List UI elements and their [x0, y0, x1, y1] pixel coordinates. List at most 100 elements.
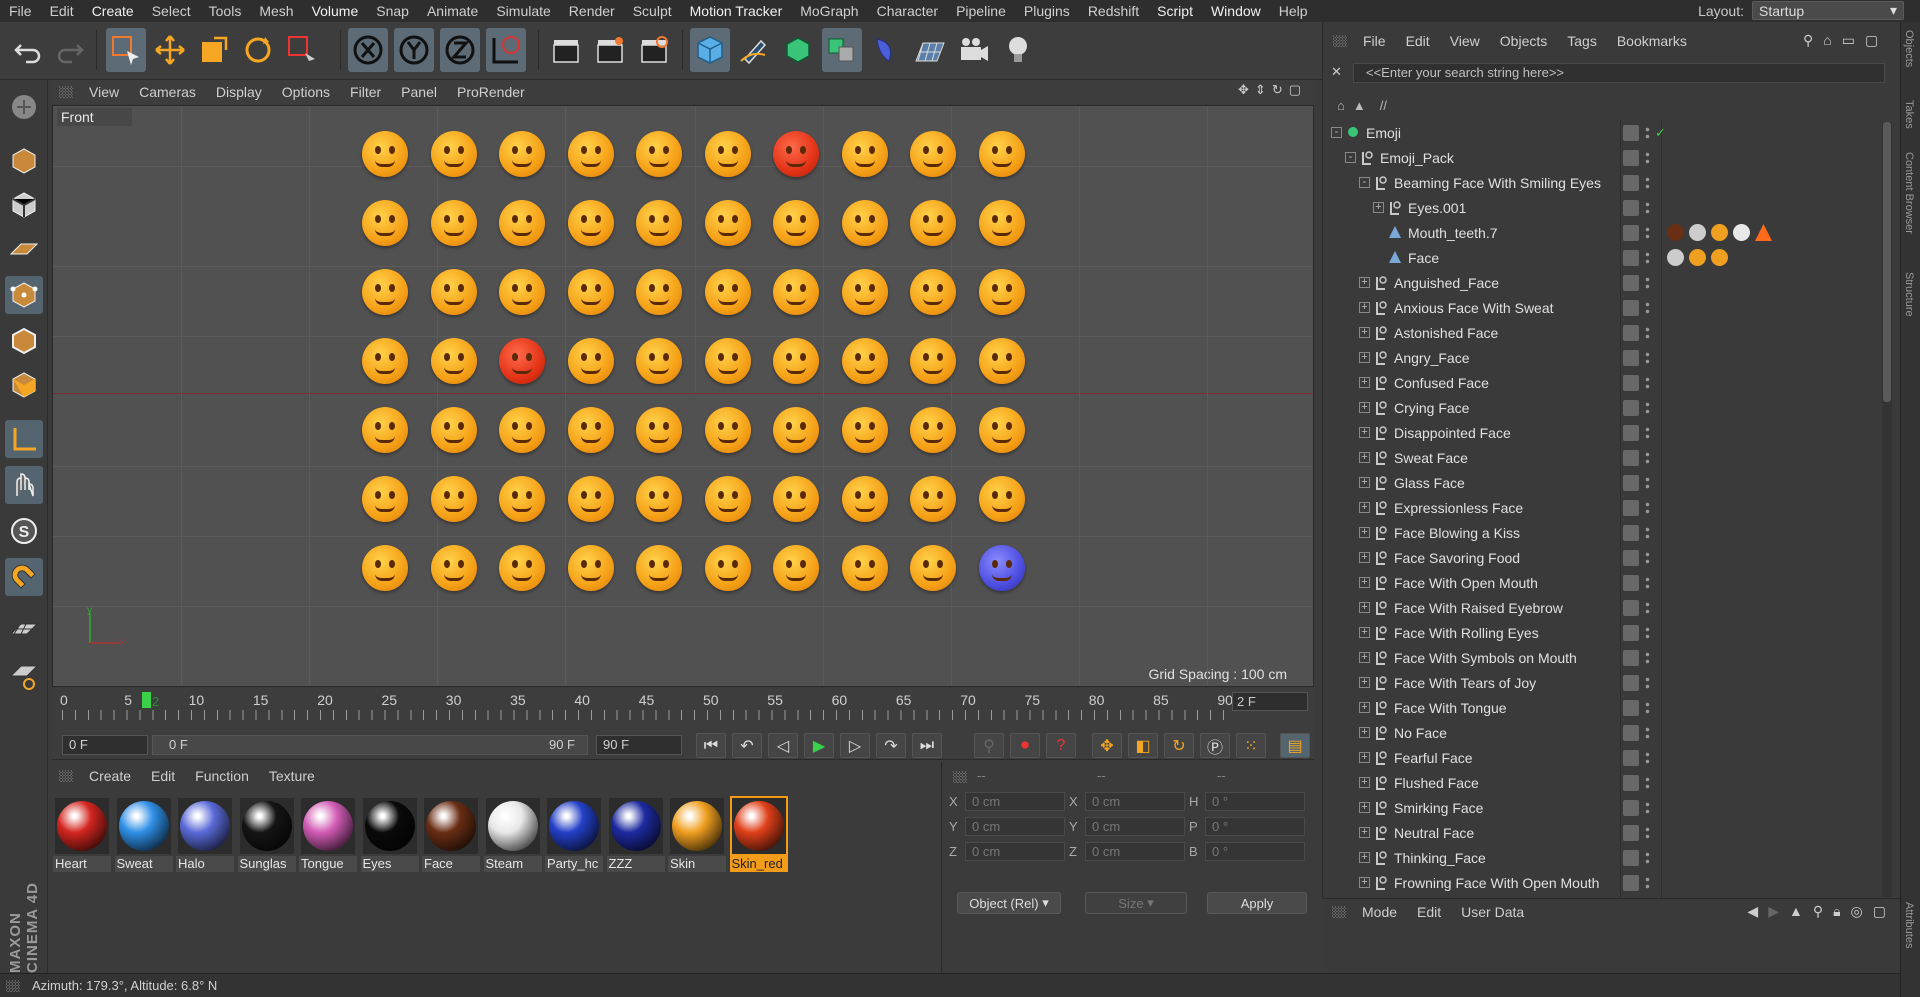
emoji-model[interactable] [773, 131, 819, 177]
side-tab-takes[interactable]: Takes [1903, 100, 1915, 129]
menu-help[interactable]: Help [1270, 3, 1317, 19]
material-party_hc[interactable]: Party_hc [545, 796, 603, 872]
material-sunglas[interactable]: Sunglas [237, 796, 296, 872]
viewport-menu-display[interactable]: Display [206, 84, 272, 100]
layout-dropdown[interactable]: Startup ▾ [1752, 1, 1904, 20]
menu-plugins[interactable]: Plugins [1015, 3, 1079, 19]
key-rotation-button[interactable]: ↻ [1164, 733, 1194, 758]
make-editable-button[interactable] [5, 88, 43, 126]
edit-render-toggle-icon[interactable] [1623, 274, 1639, 291]
emoji-model[interactable] [773, 269, 819, 315]
visibility-dots-icon[interactable] [1645, 125, 1650, 140]
emoji-model[interactable] [430, 131, 477, 177]
menu-redshift[interactable]: Redshift [1079, 3, 1148, 19]
emoji-model[interactable] [978, 545, 1025, 591]
back-arrow-icon[interactable]: ◀ [1747, 903, 1758, 920]
edit-render-toggle-icon[interactable] [1623, 199, 1639, 216]
tree-row[interactable]: + Expressionless Face [1323, 495, 1888, 520]
axis-mode-button[interactable] [5, 420, 43, 458]
subdivision-button[interactable] [778, 28, 818, 72]
texture-mode-button[interactable] [5, 186, 43, 224]
expand-toggle-icon[interactable]: - [1359, 177, 1370, 188]
render-picture-viewer-button[interactable] [590, 28, 630, 72]
solo-button[interactable]: S [5, 512, 43, 550]
material-tag-icon[interactable] [1689, 224, 1706, 241]
visibility-dots-icon[interactable] [1645, 175, 1650, 190]
edit-render-toggle-icon[interactable] [1623, 349, 1639, 366]
tree-row[interactable]: + Fearful Face [1323, 745, 1888, 770]
edit-render-toggle-icon[interactable] [1623, 774, 1639, 791]
undo-button[interactable] [8, 28, 48, 72]
expand-toggle-icon[interactable]: + [1359, 852, 1370, 863]
viewport-menu-options[interactable]: Options [272, 84, 340, 100]
edit-render-toggle-icon[interactable] [1623, 849, 1639, 866]
menu-edit[interactable]: Edit [41, 3, 83, 19]
expand-toggle-icon[interactable]: + [1359, 577, 1370, 588]
emoji-model[interactable] [499, 200, 545, 246]
emoji-model[interactable] [362, 200, 408, 246]
expand-toggle-icon[interactable]: + [1359, 752, 1370, 763]
expand-toggle-icon[interactable]: - [1345, 152, 1356, 163]
orbit-icon[interactable]: ↻ [1272, 82, 1283, 98]
coord-field[interactable]: 0 ° [1205, 792, 1305, 811]
emoji-model[interactable] [430, 476, 477, 522]
emoji-model[interactable] [841, 545, 888, 591]
grid-snap-button[interactable] [5, 656, 43, 694]
tree-row[interactable]: + Angry_Face [1323, 345, 1888, 370]
next-key-button[interactable]: ↷ [876, 733, 906, 758]
recent-tools-button[interactable] [282, 28, 322, 72]
edit-render-toggle-icon[interactable] [1623, 149, 1639, 166]
light-button[interactable] [998, 28, 1038, 72]
emoji-model[interactable] [841, 338, 888, 384]
visibility-dots-icon[interactable] [1645, 525, 1650, 540]
emoji-model[interactable] [910, 131, 956, 177]
visibility-dots-icon[interactable] [1645, 675, 1650, 690]
emoji-model[interactable] [910, 200, 956, 246]
edit-render-toggle-icon[interactable] [1623, 874, 1639, 891]
emoji-model[interactable] [362, 269, 408, 315]
emoji-model[interactable] [499, 545, 545, 591]
layout-selector[interactable]: Layout: Startup ▾ [1698, 1, 1904, 20]
menu-tools[interactable]: Tools [200, 3, 251, 19]
attribute-menu-user-data[interactable]: User Data [1451, 904, 1534, 920]
array-button[interactable] [822, 28, 862, 72]
tree-row[interactable]: Mouth_teeth.7 [1323, 220, 1888, 245]
material-menu-texture[interactable]: Texture [259, 768, 325, 784]
coordinate-mode-dropdown[interactable]: Object (Rel) ▾ [957, 892, 1061, 914]
material-tag-icon[interactable] [1755, 224, 1772, 241]
edit-render-toggle-icon[interactable] [1623, 524, 1639, 541]
emoji-model[interactable] [773, 476, 819, 522]
emoji-model[interactable] [773, 545, 819, 591]
visibility-dots-icon[interactable] [1645, 550, 1650, 565]
edit-render-toggle-icon[interactable] [1623, 249, 1639, 266]
object-menu-edit[interactable]: Edit [1396, 33, 1440, 49]
visibility-dots-icon[interactable] [1645, 275, 1650, 290]
edit-render-toggle-icon[interactable] [1623, 374, 1639, 391]
live-selection-button[interactable] [106, 28, 146, 72]
workplane-lock-button[interactable] [5, 612, 43, 650]
visibility-dots-icon[interactable] [1645, 825, 1650, 840]
visibility-dots-icon[interactable] [1645, 775, 1650, 790]
emoji-model[interactable] [773, 338, 819, 384]
visibility-dots-icon[interactable] [1645, 725, 1650, 740]
emoji-model[interactable] [773, 407, 819, 453]
tree-row[interactable]: Face [1323, 245, 1888, 270]
edges-mode-button[interactable] [5, 322, 43, 360]
emoji-model[interactable] [841, 407, 888, 453]
coord-field[interactable]: 0 cm [1085, 792, 1185, 811]
tree-row[interactable]: + Face With Tongue [1323, 695, 1888, 720]
visibility-dots-icon[interactable] [1645, 450, 1650, 465]
menu-script[interactable]: Script [1148, 3, 1202, 19]
scale-button[interactable] [194, 28, 234, 72]
viewport-menu-filter[interactable]: Filter [340, 84, 391, 100]
emoji-model[interactable] [841, 131, 888, 177]
emoji-model[interactable] [841, 269, 888, 315]
material-tag-icon[interactable] [1711, 249, 1728, 266]
coord-field[interactable]: 0 ° [1205, 842, 1305, 861]
edit-render-toggle-icon[interactable] [1623, 674, 1639, 691]
emoji-model[interactable] [841, 200, 888, 246]
emoji-model[interactable] [499, 476, 545, 522]
menu-create[interactable]: Create [83, 3, 143, 19]
material-tongue[interactable]: Tongue [299, 796, 357, 872]
object-scrollbar[interactable] [1882, 122, 1892, 897]
